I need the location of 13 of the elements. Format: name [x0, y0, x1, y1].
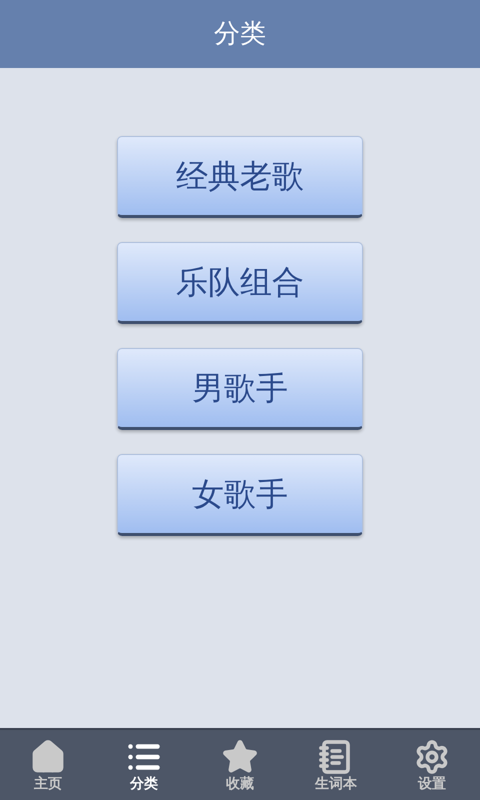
star-icon	[222, 739, 258, 775]
settings-icon	[414, 739, 450, 775]
home-icon	[30, 739, 66, 775]
tab[interactable]: 生词本	[288, 730, 384, 800]
category-button[interactable]: 乐队组合	[117, 242, 363, 324]
tab[interactable]: 分类	[96, 730, 192, 800]
tab[interactable]: 主页	[0, 730, 96, 800]
page-title: 分类	[214, 18, 266, 50]
tab[interactable]: 设置	[384, 730, 480, 800]
category-button[interactable]: 经典老歌	[117, 136, 363, 218]
category-button[interactable]: 男歌手	[117, 348, 363, 430]
category-button[interactable]: 女歌手	[117, 454, 363, 536]
tab[interactable]: 收藏	[192, 730, 288, 800]
